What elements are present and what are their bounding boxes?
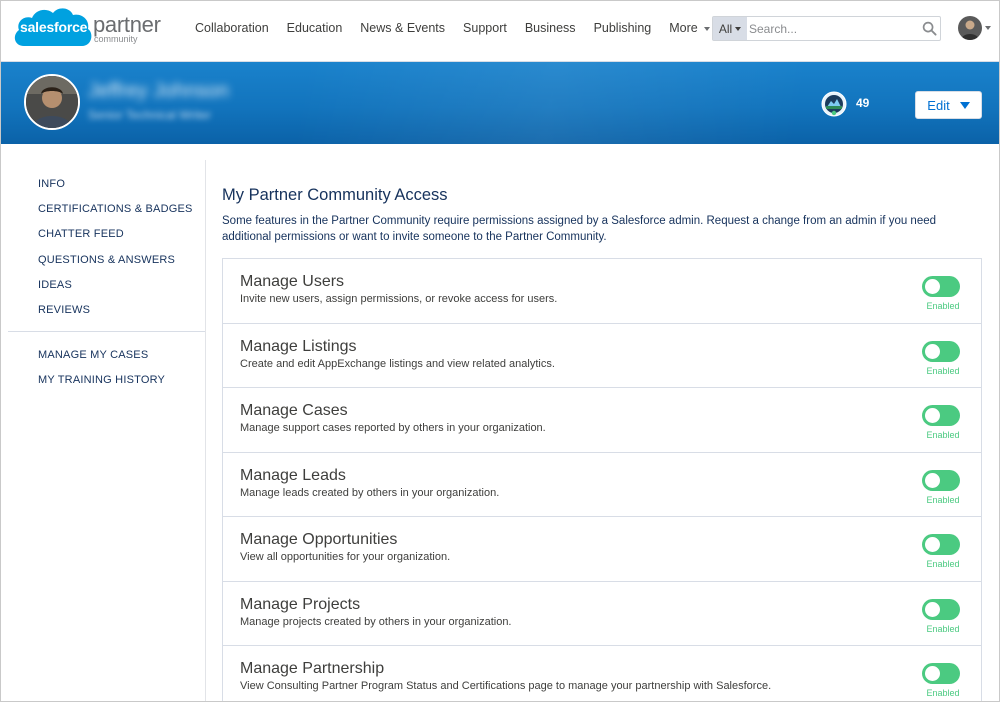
profile-banner: Jeffrey Johnson Senior Technical Writer … <box>0 62 1000 144</box>
permission-row-manage-leads: Manage Leads Manage leads created by oth… <box>223 453 981 517</box>
permission-toggle-manage-listings[interactable] <box>922 340 960 362</box>
toggle-knob <box>925 343 940 359</box>
sidebar-item-chatter-feed[interactable]: CHATTER FEED <box>38 226 193 251</box>
search-scope-dropdown[interactable]: All <box>713 17 747 40</box>
nav-item-collaboration[interactable]: Collaboration <box>186 21 278 35</box>
nav-item-education[interactable]: Education <box>278 21 352 35</box>
permission-row-manage-opportunities: Manage Opportunities View all opportunit… <box>223 517 981 582</box>
permission-toggle-manage-cases[interactable] <box>922 405 960 426</box>
edit-profile-button[interactable]: Edit <box>915 91 982 119</box>
permission-toggle-manage-leads[interactable] <box>922 469 960 491</box>
banner-background <box>0 62 1000 144</box>
toggle-knob <box>925 601 940 617</box>
caret-down-icon <box>735 26 742 31</box>
permission-status: Enabled <box>926 494 960 505</box>
permission-title: Manage Cases <box>240 402 348 419</box>
permission-status: Enabled <box>926 623 960 634</box>
sidebar-item-ideas[interactable]: IDEAS <box>38 277 193 302</box>
toggle-knob <box>925 472 940 488</box>
profile-avatar[interactable] <box>24 74 80 130</box>
permission-title: Manage Projects <box>240 595 361 613</box>
toggle-knob <box>925 537 940 552</box>
permission-toggle-manage-partnership[interactable] <box>922 663 960 684</box>
permission-title: Manage Opportunities <box>240 531 398 548</box>
salesforce-logo-text: salesforce <box>20 19 88 35</box>
user-avatar-icon <box>958 16 982 40</box>
profile-photo-icon <box>26 76 78 128</box>
sidebar-item-manage-my-cases[interactable]: MANAGE MY CASES <box>38 347 165 372</box>
nav-item-news-events[interactable]: News & Events <box>351 21 454 35</box>
sidebar-divider <box>8 331 205 332</box>
sidebar-item-reviews[interactable]: REVIEWS <box>38 302 193 327</box>
permissions-list: Manage Users Invite new users, assign pe… <box>222 258 982 702</box>
permission-description: Manage leads created by others in your o… <box>240 486 500 499</box>
nav-item-business[interactable]: Business <box>516 21 585 35</box>
profile-name: Jeffrey Johnson <box>88 80 229 102</box>
permission-toggle-manage-users[interactable] <box>922 276 960 297</box>
nav-item-support[interactable]: Support <box>454 21 516 35</box>
page-description: Some features in the Partner Community r… <box>222 215 937 243</box>
nav-item-more[interactable]: More <box>660 21 718 35</box>
partner-community-logo[interactable]: salesforce partner community <box>10 2 170 58</box>
sidebar-item-certifications-badges[interactable]: CERTIFICATIONS & BADGES <box>38 201 193 226</box>
community-subtext: community <box>94 34 138 44</box>
permission-row-manage-projects: Manage Projects Manage projects created … <box>223 582 981 646</box>
permission-title: Manage Listings <box>240 337 357 355</box>
permission-description: Create and edit AppExchange listings and… <box>240 357 555 370</box>
toggle-knob <box>925 408 940 423</box>
permission-status: Enabled <box>926 365 960 376</box>
edit-button-label: Edit <box>927 97 950 113</box>
permission-row-manage-cases: Manage Cases Manage support cases report… <box>223 388 981 453</box>
permission-status: Enabled <box>926 688 960 698</box>
permission-description: View all opportunities for your organiza… <box>240 551 451 563</box>
trailhead-badge-icon[interactable] <box>821 91 847 117</box>
user-avatar-menu[interactable] <box>958 16 982 40</box>
sidebar-secondary-nav: MANAGE MY CASES MY TRAINING HISTORY <box>38 347 165 397</box>
search-input[interactable] <box>749 19 915 38</box>
permission-title: Manage Users <box>240 273 345 290</box>
points-count: 49 <box>856 96 870 110</box>
toggle-knob <box>925 666 940 681</box>
search-scope-label: All <box>718 21 733 36</box>
top-navigation: salesforce partner community Collaborati… <box>0 0 1000 62</box>
caret-down-icon <box>703 26 710 31</box>
sidebar-item-info[interactable]: INFO <box>38 176 193 201</box>
sidebar-content-divider <box>205 160 206 702</box>
permission-title: Manage Leads <box>240 466 346 484</box>
permission-description: Manage support cases reported by others … <box>240 422 546 434</box>
permission-toggle-manage-projects[interactable] <box>922 598 960 620</box>
caret-down-icon[interactable] <box>985 26 991 30</box>
search-icon[interactable] <box>922 21 937 36</box>
toggle-knob <box>925 279 940 294</box>
nav-more-label: More <box>669 21 698 35</box>
sidebar-primary-nav: INFO CERTIFICATIONS & BADGES CHATTER FEE… <box>38 176 193 327</box>
permission-title: Manage Partnership <box>240 660 385 677</box>
permission-status: Enabled <box>926 430 960 440</box>
sidebar-item-questions-answers[interactable]: QUESTIONS & ANSWERS <box>38 252 193 277</box>
page-title: My Partner Community Access <box>222 186 448 204</box>
caret-down-icon <box>959 101 970 109</box>
permission-row-manage-listings: Manage Listings Create and edit AppExcha… <box>223 324 981 388</box>
main-menu: Collaboration Education News & Events Su… <box>186 0 719 56</box>
permission-description: Invite new users, assign permissions, or… <box>240 293 558 305</box>
permission-description: Manage projects created by others in you… <box>240 615 512 628</box>
nav-item-publishing[interactable]: Publishing <box>585 21 661 35</box>
permission-status: Enabled <box>926 559 960 569</box>
permission-row-manage-partnership: Manage Partnership View Consulting Partn… <box>223 646 981 702</box>
profile-job-title: Senior Technical Writer <box>88 108 211 122</box>
permission-toggle-manage-opportunities[interactable] <box>922 534 960 555</box>
permission-status: Enabled <box>926 301 960 311</box>
permission-description: View Consulting Partner Program Status a… <box>240 680 772 692</box>
sidebar-item-my-training-history[interactable]: MY TRAINING HISTORY <box>38 372 165 397</box>
global-search: All <box>712 16 941 41</box>
permission-row-manage-users: Manage Users Invite new users, assign pe… <box>223 259 981 324</box>
